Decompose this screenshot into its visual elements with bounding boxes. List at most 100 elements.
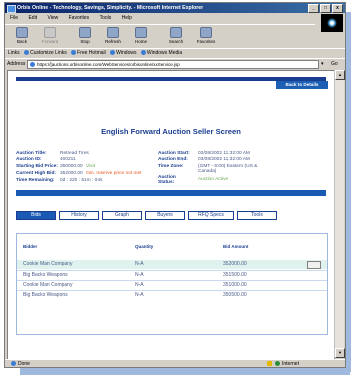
page-title: English Forward Auction Seller Screen — [101, 127, 241, 136]
refresh-button[interactable]: Refresh — [98, 27, 128, 44]
close-button[interactable]: x — [332, 4, 343, 13]
links-label: Links — [8, 50, 20, 56]
row-action-button[interactable] — [307, 261, 321, 269]
table-row[interactable]: Big Backs Weapons N-A 350500.00 — [17, 290, 327, 300]
stop-button[interactable]: Stop — [70, 27, 100, 44]
col-header-bid-amount: Bid Amount — [223, 244, 249, 249]
stop-icon — [79, 27, 91, 38]
menu-bar: File Edit View Favorites Tools Help — [5, 14, 345, 23]
link-windows[interactable]: Windows — [110, 50, 136, 56]
back-arrow-icon — [16, 27, 28, 38]
home-icon — [135, 27, 147, 38]
quantity-cell: N-A — [135, 261, 144, 267]
starting-bid-value: 350000.00 — [60, 164, 83, 169]
links-bar: Links Customize Links Free Hotmail Windo… — [5, 48, 345, 58]
back-label: Back — [16, 39, 27, 44]
go-button[interactable]: Go — [331, 61, 338, 67]
menu-file[interactable]: File — [10, 15, 18, 21]
search-button[interactable]: Search — [161, 27, 191, 44]
link-customize[interactable]: Customize Links — [24, 50, 67, 56]
tab-bids[interactable]: Bids — [16, 211, 56, 220]
favorites-button[interactable]: Favorites — [191, 27, 221, 44]
time-remaining-label: Time Remaining: — [16, 178, 55, 183]
menu-help[interactable]: Help — [122, 15, 132, 21]
browser-toolbar: Back Forward Stop Refresh Home Search Fa… — [5, 24, 315, 47]
amount-cell: 352000.00 — [223, 261, 247, 267]
bidder-cell: Cookie Man Company — [23, 282, 73, 288]
tab-graph[interactable]: Graph — [102, 211, 142, 220]
page-content: Back to Details English Forward Auction … — [7, 70, 335, 360]
forward-button[interactable]: Forward — [35, 27, 65, 44]
auction-id-label: Auction ID: — [16, 157, 42, 162]
stop-label: Stop — [80, 39, 90, 44]
section-divider-bar — [16, 190, 326, 196]
back-to-details-button[interactable]: Back to Details — [276, 81, 328, 89]
window-controls: _ □ x — [308, 4, 343, 13]
table-row[interactable]: Cookie Man Company N-A 352000.00 — [17, 260, 327, 269]
auction-status-value: Auction Active — [198, 177, 229, 182]
amount-cell: 351500.00 — [223, 272, 247, 278]
menu-tools[interactable]: Tools — [100, 15, 112, 21]
quantity-cell: N-A — [135, 292, 144, 298]
windows-logo-icon — [321, 14, 343, 32]
bidder-cell: Cookie Man Company — [23, 261, 73, 267]
tab-history[interactable]: History — [59, 211, 99, 220]
lock-icon — [267, 361, 272, 366]
favorites-icon — [200, 27, 212, 38]
time-zone-value-cont: Canada) — [198, 169, 217, 174]
amount-cell: 350500.00 — [223, 292, 247, 298]
favorites-label: Favorites — [196, 39, 216, 44]
starting-bid-label: Starting Bid Price: — [16, 164, 58, 169]
reserve-warning: min. reserve price not met — [86, 171, 142, 176]
bids-table: Bidder Quantity Bid Amount Cookie Man Co… — [16, 233, 328, 335]
address-input[interactable]: https://[auctions.orbisonline.com/WebSer… — [27, 60, 319, 69]
menu-view[interactable]: View — [47, 15, 58, 21]
link-free-hotmail[interactable]: Free Hotmail — [71, 50, 106, 56]
window-title: Orbis Online - Technology, Savings, Simp… — [17, 5, 204, 11]
tab-bar: Bids History Graph Buyers RFQ Specs Tool… — [16, 211, 326, 220]
link-windows-media[interactable]: Windows Media — [141, 50, 182, 56]
current-high-bid-value: 352000.00 — [60, 171, 83, 176]
ie-icon — [7, 5, 16, 13]
menu-favorites[interactable]: Favorites — [69, 15, 90, 21]
amount-cell: 351000.00 — [223, 282, 247, 288]
minimize-button[interactable]: _ — [308, 4, 319, 13]
tab-buyers[interactable]: Buyers — [145, 211, 185, 220]
auction-status-label-cont: Status: — [158, 180, 175, 185]
menu-edit[interactable]: Edit — [28, 15, 37, 21]
vertical-scrollbar[interactable]: ▲ ▼ — [334, 70, 345, 358]
maximize-button[interactable]: □ — [320, 4, 331, 13]
status-bar: Done Internet — [5, 359, 345, 367]
tab-tools[interactable]: Tools — [237, 211, 277, 220]
time-zone-label: Time Zone: — [158, 164, 184, 169]
scroll-up-button[interactable]: ▲ — [335, 70, 345, 80]
title-bar[interactable]: Orbis Online - Technology, Savings, Simp… — [5, 3, 345, 13]
auction-id-value: 400211 — [60, 157, 76, 162]
scroll-down-button[interactable]: ▼ — [335, 348, 345, 358]
starting-bid-note: Visit — [86, 164, 95, 169]
security-zone: Internet — [267, 360, 299, 367]
quantity-cell: N-A — [135, 272, 144, 278]
current-high-bid-label: Current High Bid: — [16, 171, 56, 176]
time-remaining-value: 0d : 22h : 51m : 04s — [60, 178, 103, 183]
refresh-icon — [107, 27, 119, 38]
auction-end-value: 03/08/2002 11:32:00 AM — [198, 157, 250, 162]
col-header-quantity: Quantity — [135, 244, 154, 249]
home-button[interactable]: Home — [126, 27, 156, 44]
tab-rfq-specs[interactable]: RFQ Specs — [188, 211, 234, 220]
zone-label: Internet — [282, 361, 299, 367]
back-button[interactable]: Back — [7, 27, 37, 44]
browser-window: Orbis Online - Technology, Savings, Simp… — [4, 2, 346, 368]
table-row[interactable]: Cookie Man Company N-A 351000.00 — [17, 280, 327, 290]
table-row[interactable]: Big Backs Weapons N-A 351500.00 — [17, 270, 327, 280]
go-arrow-icon[interactable]: ▾ — [321, 61, 324, 67]
forward-arrow-icon — [44, 27, 56, 38]
home-label: Home — [134, 39, 147, 44]
refresh-label: Refresh — [105, 39, 121, 44]
auction-start-label: Auction Start: — [158, 151, 190, 156]
auction-start-value: 02/08/2002 11:32:00 AM — [198, 151, 250, 156]
status-text: Done — [11, 360, 30, 367]
auction-title-value: Retread Tires — [60, 151, 89, 156]
quantity-cell: N-A — [135, 282, 144, 288]
page-icon — [30, 62, 35, 67]
